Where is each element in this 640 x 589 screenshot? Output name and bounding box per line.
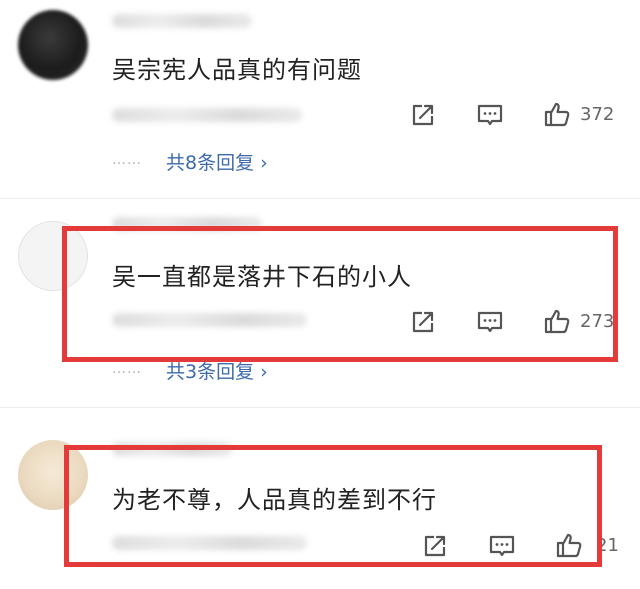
reply-button[interactable] <box>476 308 504 336</box>
comment-meta-blurred <box>112 313 307 327</box>
like-button[interactable] <box>543 100 571 128</box>
share-button[interactable] <box>421 532 449 560</box>
reply-button[interactable] <box>476 101 504 129</box>
username-blurred[interactable] <box>112 442 232 456</box>
like-count: 372 <box>580 104 615 125</box>
reply-button[interactable] <box>488 532 516 560</box>
comment-item: 吴一直都是落井下石的小人 273 …… 共3条回复 › <box>0 199 640 407</box>
comment-text: 吴宗宪人品真的有问题 <box>112 56 362 84</box>
avatar[interactable] <box>18 440 88 510</box>
comment-item: 为老不尊，人品真的差到不行 21 <box>0 408 640 589</box>
share-button[interactable] <box>409 101 437 129</box>
like-button[interactable] <box>543 307 571 335</box>
comment-text: 吴一直都是落井下石的小人 <box>112 263 412 291</box>
comment-meta-blurred <box>112 536 307 550</box>
username-blurred[interactable] <box>112 217 262 231</box>
thumbs-up-icon <box>556 533 582 558</box>
like-count: 21 <box>596 535 619 556</box>
thumbs-up-icon <box>544 102 570 127</box>
share-icon <box>412 104 434 126</box>
share-button[interactable] <box>409 308 437 336</box>
comment-meta-blurred <box>112 108 302 122</box>
comment-icon <box>477 104 503 126</box>
view-replies-link[interactable]: 共3条回复 › <box>166 357 268 384</box>
reply-indent-dots: …… <box>112 361 142 377</box>
like-count: 273 <box>580 311 615 332</box>
thumbs-up-icon <box>544 309 570 334</box>
like-button[interactable] <box>555 531 583 559</box>
comment-item: 吴宗宪人品真的有问题 372 …… 共8条回复 › <box>0 0 640 198</box>
comment-text: 为老不尊，人品真的差到不行 <box>112 486 437 514</box>
share-icon <box>424 535 446 557</box>
share-icon <box>412 311 434 333</box>
username-blurred[interactable] <box>112 14 252 28</box>
reply-indent-dots: …… <box>112 152 142 168</box>
avatar[interactable] <box>18 10 88 80</box>
avatar[interactable] <box>18 221 88 291</box>
comment-icon <box>489 535 515 557</box>
view-replies-link[interactable]: 共8条回复 › <box>166 148 268 175</box>
comment-icon <box>477 311 503 333</box>
